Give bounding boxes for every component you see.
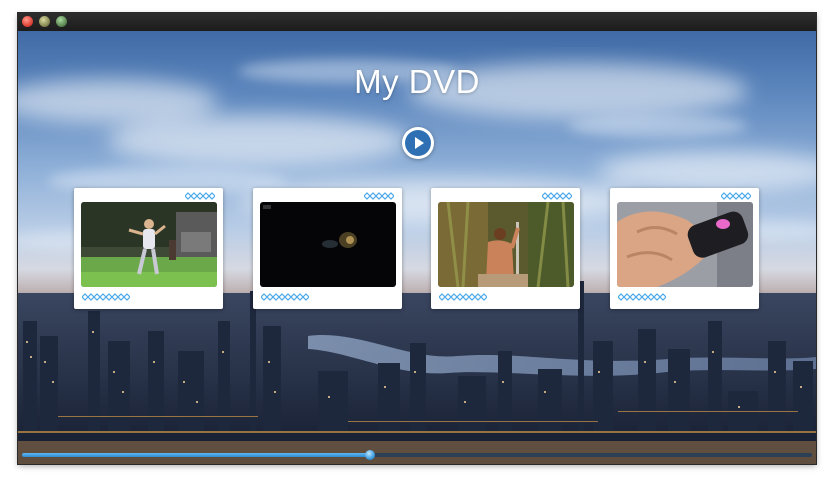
decorative-dots-icon xyxy=(185,192,215,200)
play-all-button[interactable] xyxy=(402,127,434,159)
decorative-dots-icon xyxy=(542,192,572,200)
chapter-card-3[interactable] xyxy=(431,188,580,309)
chapter-thumbnail xyxy=(260,202,396,287)
playback-seek-bar[interactable] xyxy=(22,450,812,460)
menu-background: My DVD xyxy=(18,31,816,464)
decorative-dots-icon xyxy=(439,293,487,301)
play-icon xyxy=(405,130,431,156)
decorative-dots-icon xyxy=(618,293,666,301)
seek-bar-progress xyxy=(22,453,370,457)
chapter-thumbnail xyxy=(617,202,753,287)
close-window-button[interactable] xyxy=(22,16,33,27)
chapter-thumbnail xyxy=(81,202,217,287)
decorative-dots-icon xyxy=(364,192,394,200)
menu-title: My DVD xyxy=(354,63,480,100)
chapter-card-2[interactable] xyxy=(253,188,402,309)
seek-bar-handle[interactable] xyxy=(364,450,375,460)
chapter-card-1[interactable] xyxy=(74,188,223,309)
minimize-window-button[interactable] xyxy=(39,16,50,27)
zoom-window-button[interactable] xyxy=(56,16,67,27)
title-bar[interactable] xyxy=(18,13,816,31)
decorative-dots-icon xyxy=(261,293,309,301)
dvd-player-window: My DVD xyxy=(18,13,816,464)
chapter-card-4[interactable] xyxy=(610,188,759,309)
decorative-dots-icon xyxy=(82,293,130,301)
chapter-thumbnail xyxy=(438,202,574,287)
decorative-dots-icon xyxy=(721,192,751,200)
